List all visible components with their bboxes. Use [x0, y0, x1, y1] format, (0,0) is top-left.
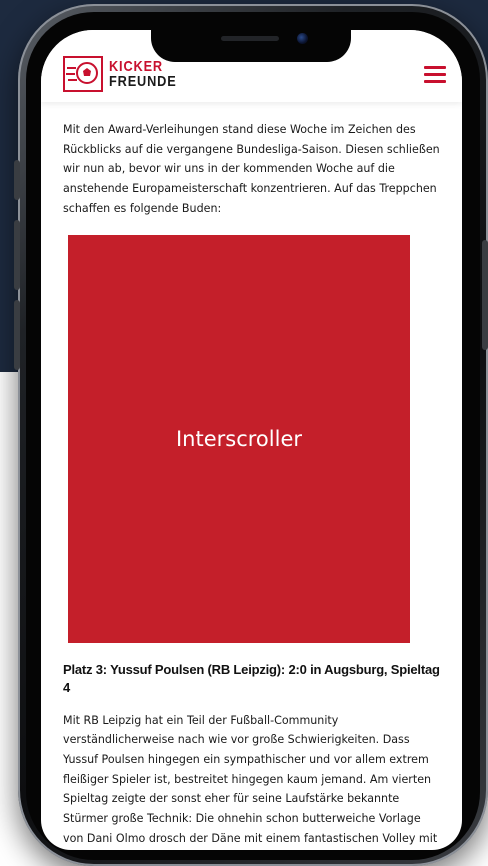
article-content: Mit den Award-Verleihungen stand diese W…: [63, 120, 441, 850]
interscroller-ad[interactable]: Interscroller: [68, 234, 410, 643]
ad-label: Interscroller: [175, 426, 303, 451]
speaker-grille: [221, 36, 279, 41]
phone-screen: KICKER FREUNDE Mit den Award-Verleihunge…: [41, 30, 462, 850]
section-heading: Platz 3: Yussuf Poulsen (RB Leipzig): 2:…: [63, 661, 440, 695]
hamburger-icon: [424, 73, 446, 76]
article-body: Mit RB Leipzig hat ein Teil der Fußball-…: [63, 713, 438, 845]
logo-line-2: FREUNDE: [109, 73, 177, 90]
camera-icon: [297, 33, 308, 44]
article-intro: Mit den Award-Verleihungen stand diese W…: [63, 123, 440, 215]
hamburger-icon: [424, 66, 446, 69]
hamburger-icon: [424, 80, 446, 83]
phone-side-button: [14, 160, 20, 200]
soccer-ball-icon: [63, 56, 103, 92]
phone-side-button: [482, 240, 488, 350]
hamburger-menu-button[interactable]: [424, 66, 446, 84]
phone-side-button: [14, 220, 20, 290]
logo-wordmark: KICKER FREUNDE: [109, 59, 177, 89]
phone-notch: [151, 30, 351, 62]
phone-side-button: [14, 300, 20, 370]
